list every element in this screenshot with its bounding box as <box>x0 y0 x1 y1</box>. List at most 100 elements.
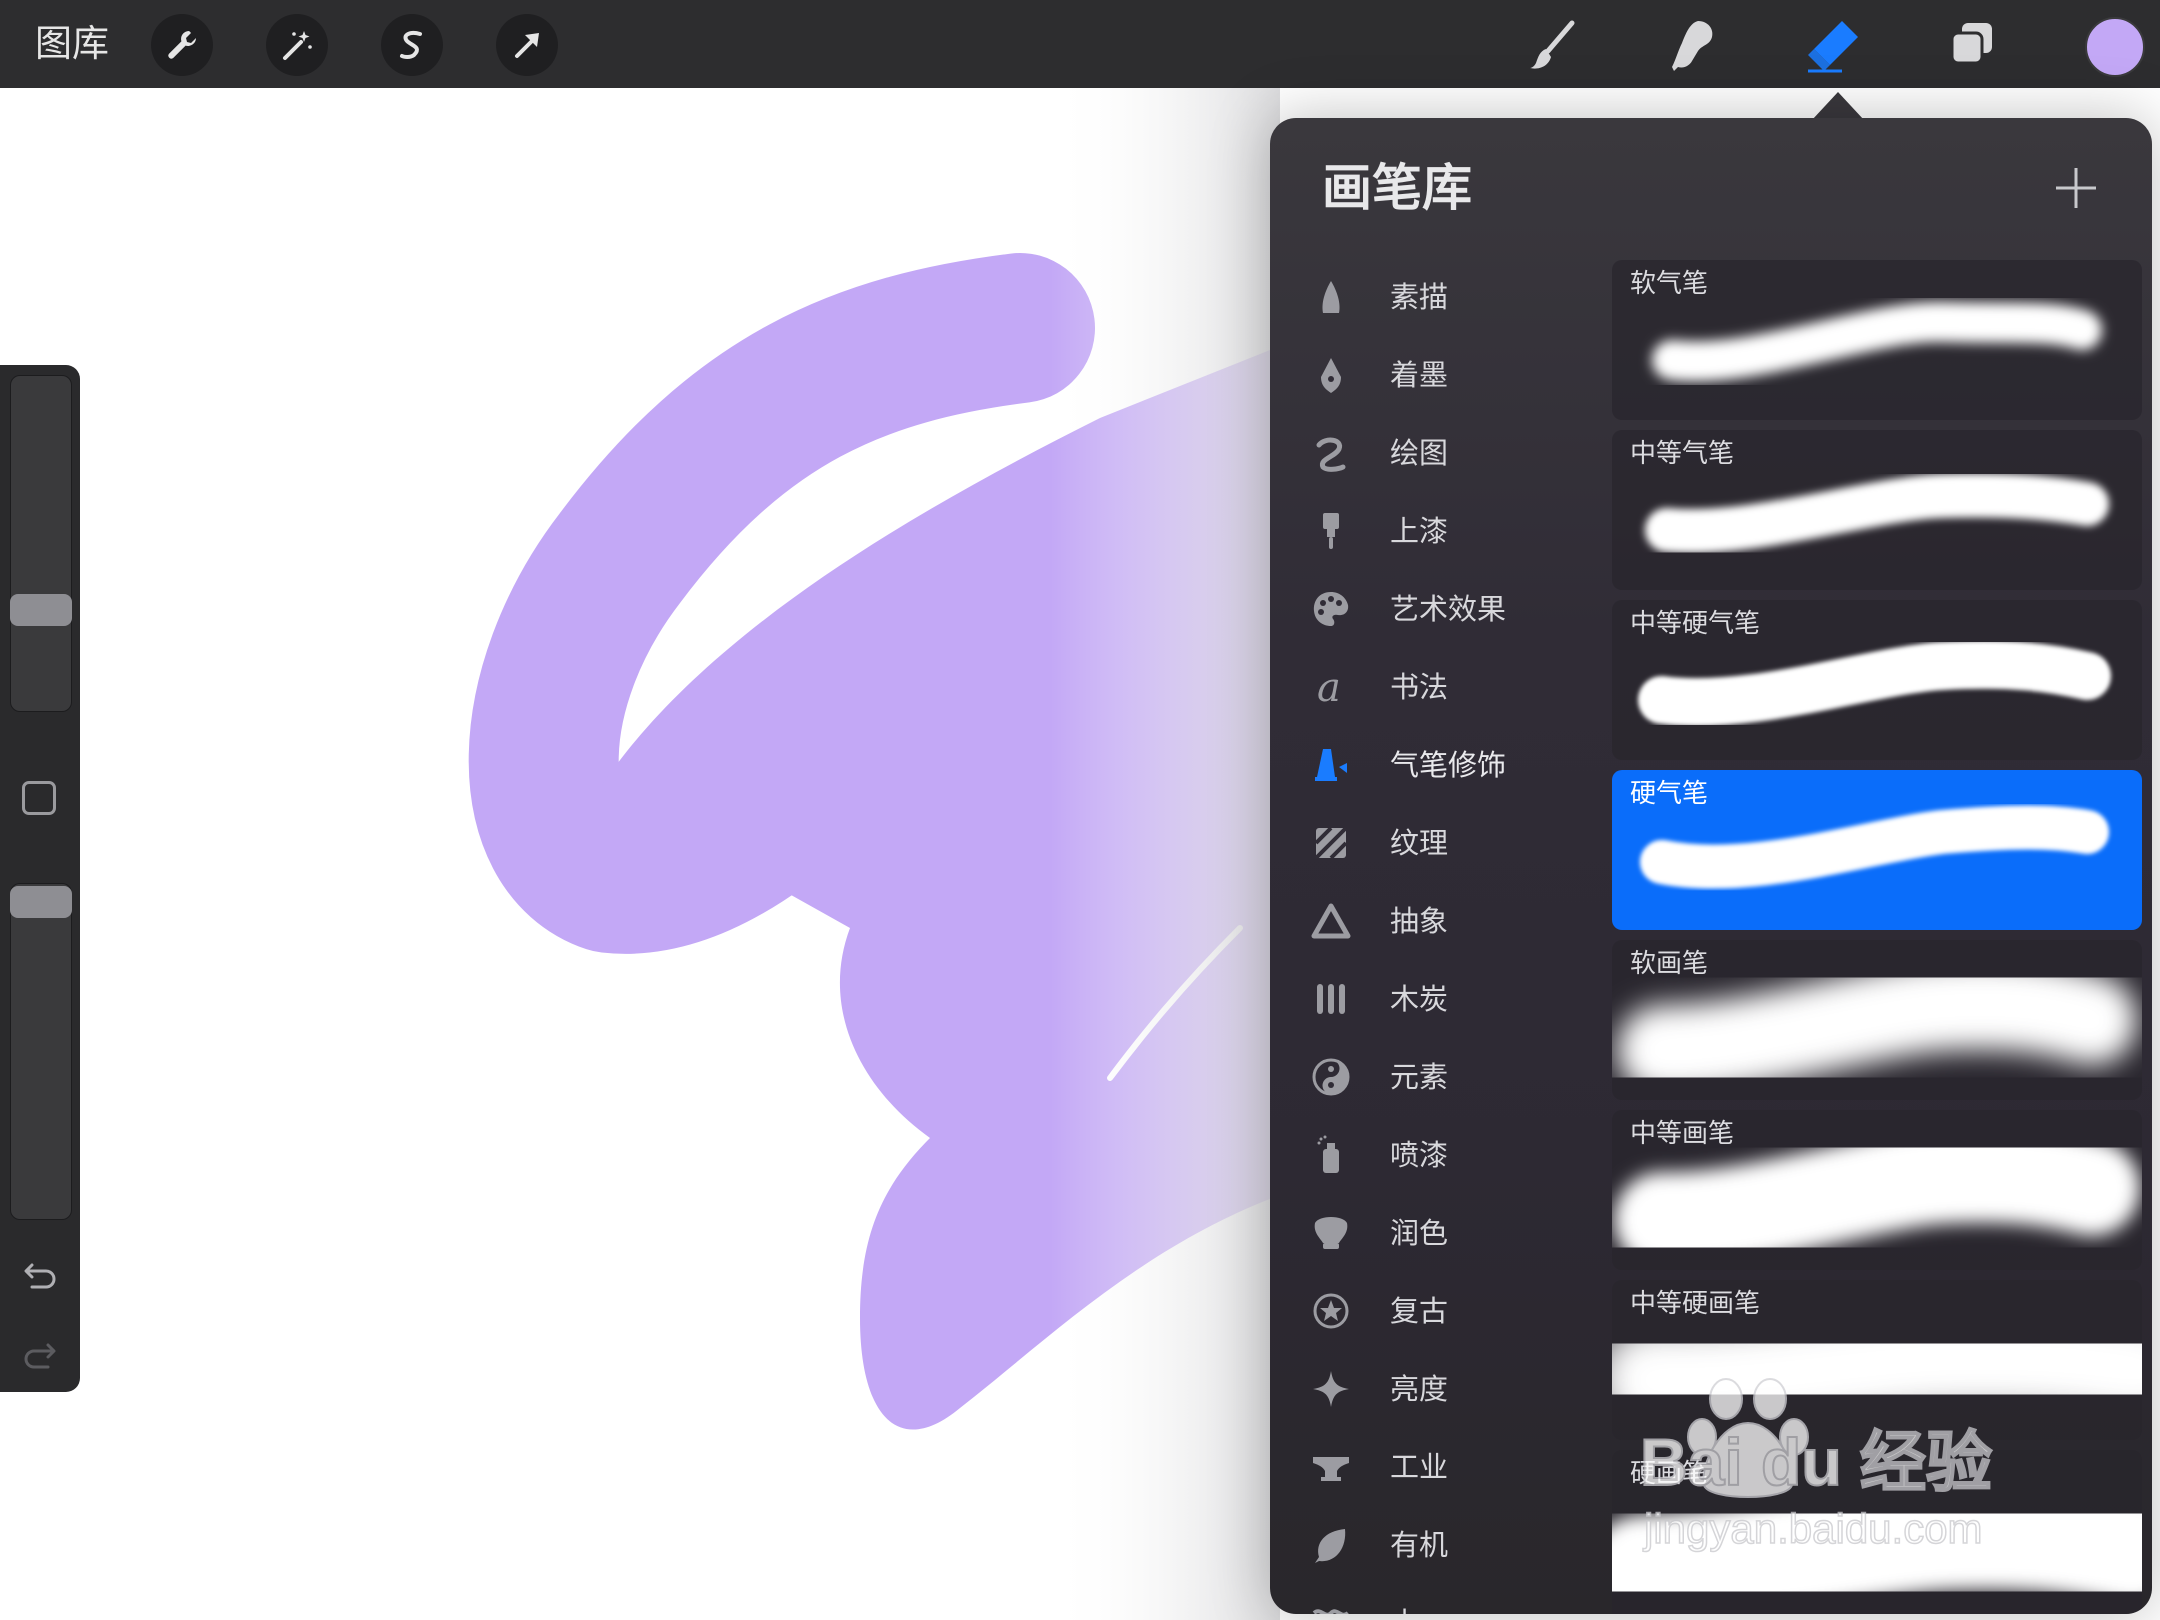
transform-button[interactable] <box>496 14 558 76</box>
anvil-icon <box>1308 1444 1354 1490</box>
category-item[interactable]: 抽象 <box>1270 882 1610 960</box>
category-label: 艺术效果 <box>1390 592 1507 626</box>
category-item[interactable]: 亮度 <box>1270 1350 1610 1428</box>
leaf-icon <box>1308 1522 1354 1568</box>
actions-button[interactable] <box>151 14 213 76</box>
panel-title: 画笔库 <box>1322 159 1472 217</box>
category-item[interactable]: 着墨 <box>1270 336 1610 414</box>
brush-item-selected[interactable]: 硬气笔 <box>1612 770 2142 930</box>
category-label: 素描 <box>1390 280 1449 314</box>
watermark-brand: Bai du 经验 <box>1640 1425 1992 1499</box>
category-item[interactable]: 上漆 <box>1270 492 1610 570</box>
category-label: 书法 <box>1390 670 1449 704</box>
paintbrush-icon <box>1530 20 1575 69</box>
panel-caret <box>1812 92 1864 120</box>
brush-item[interactable]: 软气笔 <box>1612 260 2142 420</box>
category-label: 工业 <box>1390 1450 1449 1484</box>
brush-tool-button[interactable] <box>1517 10 1587 80</box>
palette-icon <box>1308 586 1354 632</box>
brush-item[interactable]: 中等气笔 <box>1612 430 2142 590</box>
category-item[interactable]: 木炭 <box>1270 960 1610 1038</box>
opacity-thumb[interactable] <box>10 886 72 918</box>
category-item[interactable]: 润色 <box>1270 1194 1610 1272</box>
brush-name: 中等硬画笔 <box>1630 1289 1761 1319</box>
category-item[interactable]: 素描 <box>1270 258 1610 336</box>
squiggle-icon <box>1308 430 1354 476</box>
charcoal-icon <box>1308 976 1354 1022</box>
eraser-tool-button[interactable] <box>1797 10 1867 80</box>
category-item[interactable]: 元素 <box>1270 1038 1610 1116</box>
brush-name: 软气笔 <box>1630 269 1709 299</box>
wrench-icon <box>168 31 196 59</box>
layers-button[interactable] <box>1937 10 2007 80</box>
category-label: 抽象 <box>1390 904 1449 938</box>
ink-nib-icon <box>1308 352 1354 398</box>
top-toolbar: 图库 <box>0 0 2160 88</box>
brush-size-thumb[interactable] <box>10 594 72 626</box>
brush-item[interactable]: 中等硬气笔 <box>1612 600 2142 760</box>
magic-wand-icon <box>283 31 312 60</box>
gallery-button[interactable]: 图库 <box>35 22 109 66</box>
category-item[interactable]: 艺术效果 <box>1270 570 1610 648</box>
category-item[interactable]: 有机 <box>1270 1506 1610 1584</box>
left-sidebar <box>0 365 80 1392</box>
category-label: 有机 <box>1390 1528 1449 1562</box>
category-label: 着墨 <box>1390 358 1449 392</box>
eraser-icon <box>1808 21 1858 73</box>
redo-icon[interactable] <box>18 1331 62 1375</box>
category-item[interactable]: 绘图 <box>1270 414 1610 492</box>
transform-arrow-icon <box>515 33 539 58</box>
selection-button[interactable] <box>381 14 443 76</box>
category-label: 纹理 <box>1390 826 1449 860</box>
waves-icon <box>1308 1600 1354 1614</box>
category-label: 绘图 <box>1390 436 1449 470</box>
category-label: 润色 <box>1390 1216 1449 1250</box>
baidu-watermark: Bai du 经验 jingyan.baidu.com <box>1640 1378 1993 1553</box>
triangle-icon <box>1308 898 1354 944</box>
category-label: 木炭 <box>1390 982 1449 1016</box>
category-item[interactable]: 纹理 <box>1270 804 1610 882</box>
category-item-active[interactable]: 气笔修饰 <box>1270 726 1610 804</box>
watermark-url: jingyan.baidu.com <box>1642 1505 1983 1552</box>
category-label: 复古 <box>1390 1294 1449 1328</box>
svg-text:a: a <box>1317 667 1341 707</box>
brush-item[interactable]: 中等画笔 <box>1612 1110 2142 1270</box>
category-label: 元素 <box>1390 1060 1449 1094</box>
category-item[interactable]: 喷漆 <box>1270 1116 1610 1194</box>
smudge-tool-button[interactable] <box>1657 10 1727 80</box>
spray-can-icon <box>1308 1132 1354 1178</box>
brush-size-slider[interactable] <box>10 375 72 712</box>
category-item[interactable]: 水 <box>1270 1584 1610 1614</box>
brush-name: 硬气笔 <box>1630 779 1709 809</box>
color-picker-button[interactable] <box>2085 17 2145 77</box>
brush-name: 中等气笔 <box>1630 439 1735 469</box>
touchup-icon <box>1308 1210 1354 1256</box>
category-item[interactable]: 复古 <box>1270 1272 1610 1350</box>
adjustments-button[interactable] <box>266 14 328 76</box>
brush-item[interactable]: 软画笔 <box>1612 940 2142 1100</box>
category-item[interactable]: a 书法 <box>1270 648 1610 726</box>
calligraphy-icon: a <box>1308 664 1354 710</box>
opacity-slider[interactable] <box>10 883 72 1220</box>
star-badge-icon <box>1308 1288 1354 1334</box>
texture-icon <box>1308 820 1354 866</box>
brush-name: 软画笔 <box>1630 949 1709 979</box>
layers-icon <box>1950 23 1992 65</box>
category-label: 亮度 <box>1390 1372 1449 1406</box>
pencil-tip-icon <box>1308 274 1354 320</box>
category-item[interactable]: 工业 <box>1270 1428 1610 1506</box>
yin-yang-icon <box>1308 1054 1354 1100</box>
sparkle-icon <box>1308 1366 1354 1412</box>
airbrush-icon <box>1308 742 1354 788</box>
undo-icon[interactable] <box>18 1251 62 1295</box>
selection-s-icon <box>400 30 422 59</box>
category-label: 水 <box>1390 1603 1419 1614</box>
smudge-icon <box>1672 21 1713 71</box>
plus-icon[interactable] <box>2052 164 2100 212</box>
category-label: 喷漆 <box>1390 1138 1449 1172</box>
category-label: 气笔修饰 <box>1390 748 1507 782</box>
paint-brush-icon <box>1308 508 1354 554</box>
modify-button[interactable] <box>22 781 56 815</box>
brush-name: 中等画笔 <box>1630 1119 1735 1149</box>
brush-name: 中等硬气笔 <box>1630 609 1761 639</box>
